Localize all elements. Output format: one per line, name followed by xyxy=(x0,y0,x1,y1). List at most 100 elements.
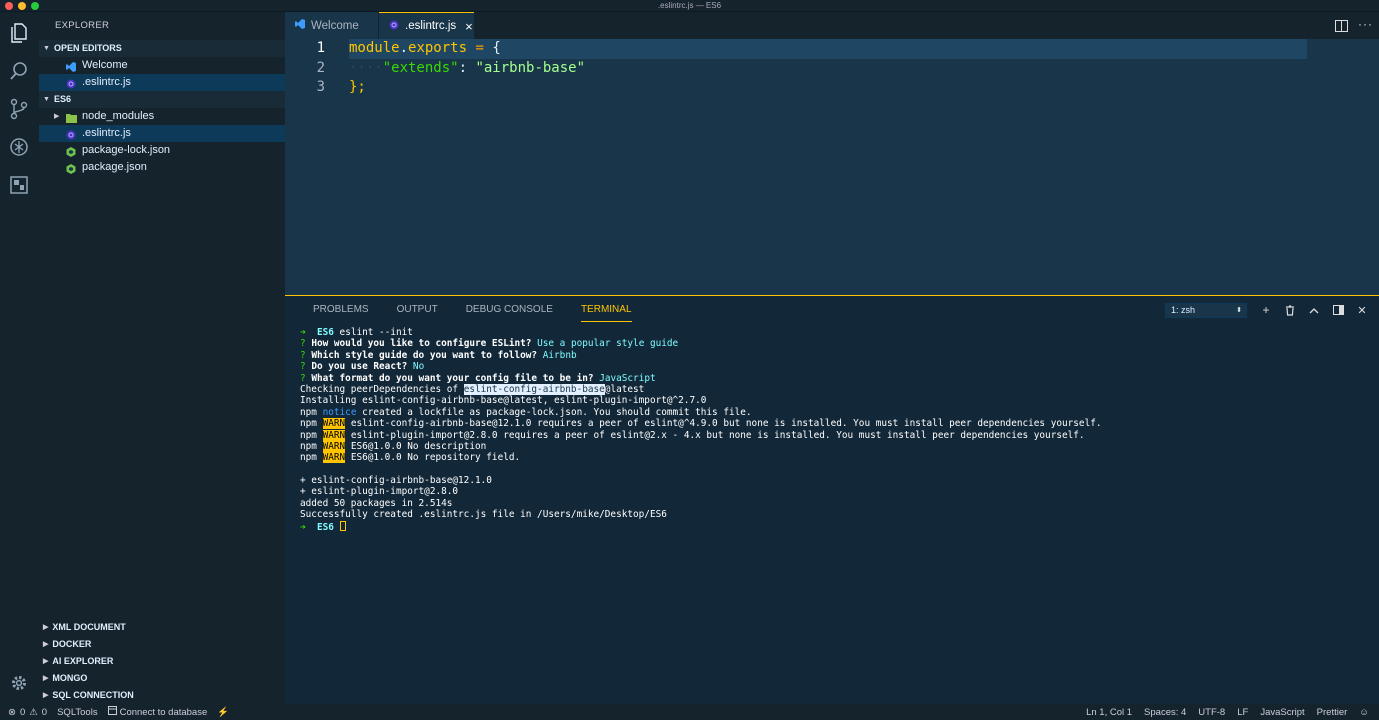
error-count: 0 xyxy=(19,706,26,718)
tab-welcome[interactable]: Welcome xyxy=(285,12,378,39)
maximize-panel-icon[interactable] xyxy=(1308,303,1320,317)
answer-text: No xyxy=(412,361,425,373)
terminal-select[interactable]: 1: zsh ⬍ xyxy=(1165,303,1247,318)
section-title: XML DOCUMENT xyxy=(52,622,126,632)
tab-label: .eslintrc.js xyxy=(405,20,457,32)
section-ai-explorer[interactable]: ▶ AI EXPLORER xyxy=(39,653,285,670)
connect-database-status[interactable]: Connect to database xyxy=(107,706,207,718)
bottom-panel: PROBLEMS OUTPUT DEBUG CONSOLE TERMINAL 1… xyxy=(285,295,1379,704)
chevron-down-icon: ▼ xyxy=(43,96,50,103)
prompt-arrow-icon: ➜ xyxy=(300,521,306,533)
trash-icon[interactable] xyxy=(1284,303,1296,317)
panel-layout-icon[interactable] xyxy=(1332,303,1344,317)
section-sql-connection[interactable]: ▶ SQL CONNECTION xyxy=(39,687,285,704)
selected-text: eslint-config-airbnb-base xyxy=(463,383,605,395)
section-mongo[interactable]: ▶ MONGO xyxy=(39,670,285,687)
indentation-status[interactable]: Spaces: 4 xyxy=(1144,707,1186,718)
npm-prefix: npm xyxy=(300,406,317,418)
terminal-line: ? What format do you want your config fi… xyxy=(300,373,1102,384)
tab-terminal[interactable]: TERMINAL xyxy=(580,304,632,322)
question-text: How would you like to configure ESLint? xyxy=(311,338,532,350)
tab-debug-console[interactable]: DEBUG CONSOLE xyxy=(466,304,553,322)
code-token: exports xyxy=(408,40,468,56)
source-control-icon[interactable] xyxy=(8,98,30,120)
terminal-line: + eslint-config-airbnb-base@12.1.0 xyxy=(300,475,492,487)
prompt-directory: ES6 xyxy=(316,327,334,338)
open-editors-section[interactable]: ▼ OPEN EDITORS xyxy=(39,40,285,57)
cursor-position-status[interactable]: Ln 1, Col 1 xyxy=(1086,707,1132,718)
code-line: }; xyxy=(349,78,585,98)
title-bar: .eslintrc.js — ES6 xyxy=(0,0,1379,12)
question-mark: ? xyxy=(300,349,306,361)
chevron-right-icon: ▶ xyxy=(54,113,60,120)
vscode-icon xyxy=(295,19,305,32)
settings-gear-icon[interactable] xyxy=(8,672,30,694)
open-editor-eslintrc[interactable]: .eslintrc.js xyxy=(39,74,285,91)
eslint-icon xyxy=(389,20,399,33)
lightning-icon[interactable]: ⚡ xyxy=(217,707,229,718)
sqltools-status[interactable]: SQLTools xyxy=(57,707,97,718)
open-editor-welcome[interactable]: Welcome xyxy=(39,57,285,74)
output-text: ES6@1.0.0 No repository field. xyxy=(345,452,521,464)
error-icon: ⊗ xyxy=(8,706,16,718)
close-panel-icon[interactable]: ✕ xyxy=(1356,303,1368,317)
close-tab-icon[interactable]: × xyxy=(465,19,473,34)
tree-item-label: package-lock.json xyxy=(82,144,171,156)
code-token: ···· xyxy=(349,59,383,76)
encoding-status[interactable]: UTF-8 xyxy=(1198,707,1225,718)
new-terminal-icon[interactable]: + xyxy=(1260,303,1272,317)
notice-badge: notice xyxy=(322,406,357,418)
terminal-line: npm notice created a lockfile as package… xyxy=(300,407,1102,418)
warn-badge: WARN xyxy=(322,452,346,464)
problems-status[interactable]: ⊗ 0 ⚠ 0 xyxy=(8,707,47,718)
database-icon xyxy=(107,706,117,718)
line-number-gutter: 1 2 3 xyxy=(285,39,333,98)
code-lines[interactable]: module.exports = {····"extends": "airbnb… xyxy=(349,39,585,98)
tree-item-node-modules[interactable]: ▶ node_modules xyxy=(39,108,285,125)
language-mode-status[interactable]: JavaScript xyxy=(1260,707,1304,718)
split-editor-icon[interactable] xyxy=(1335,19,1348,37)
tree-item-package-json[interactable]: package.json xyxy=(39,159,285,176)
output-text: @latest xyxy=(604,383,645,395)
command-text: eslint --init xyxy=(339,327,413,338)
search-icon[interactable] xyxy=(8,60,30,82)
chevron-right-icon: ▶ xyxy=(43,641,49,648)
terminal-select-value: 1: zsh xyxy=(1171,305,1196,315)
question-text: What format do you want your config file… xyxy=(311,372,594,384)
npm-prefix: npm xyxy=(300,429,317,441)
terminal-output[interactable]: ➜ ES6 eslint --init ? How would you like… xyxy=(300,327,1102,533)
warning-count: 0 xyxy=(41,706,48,718)
code-token: module xyxy=(349,40,400,56)
code-token: }; xyxy=(349,79,366,95)
eol-status[interactable]: LF xyxy=(1237,707,1248,718)
folder-title: ES6 xyxy=(53,94,71,104)
code-line: module.exports = { xyxy=(349,39,585,59)
tab-output[interactable]: OUTPUT xyxy=(397,304,438,322)
explorer-sidebar: EXPLORER ▼ OPEN EDITORS Welcome .eslintr… xyxy=(39,12,285,704)
section-docker[interactable]: ▶ DOCKER xyxy=(39,636,285,653)
tab-eslintrc[interactable]: .eslintrc.js × xyxy=(379,12,474,39)
line-number: 2 xyxy=(316,59,325,76)
debug-icon[interactable] xyxy=(8,136,30,158)
terminal-line: ? Which style guide do you want to follo… xyxy=(300,350,1102,361)
explorer-files-icon[interactable] xyxy=(8,22,30,44)
npm-prefix: npm xyxy=(300,452,317,464)
more-actions-icon[interactable]: ··· xyxy=(1358,17,1373,31)
terminal-line: + eslint-plugin-import@2.8.0 xyxy=(300,486,459,498)
question-mark: ? xyxy=(300,372,306,384)
prettier-status[interactable]: Prettier xyxy=(1317,707,1348,718)
smiley-feedback-icon[interactable]: ☺ xyxy=(1359,707,1369,718)
es6-folder-section[interactable]: ▼ ES6 xyxy=(39,91,285,108)
tree-item-package-lock[interactable]: package-lock.json xyxy=(39,142,285,159)
terminal-line: ? Do you use React? No xyxy=(300,361,1102,372)
code-editor[interactable]: 1 2 3 module.exports = {····"extends": "… xyxy=(285,39,1379,295)
extensions-icon[interactable] xyxy=(8,174,30,196)
terminal-line: npm WARN eslint-config-airbnb-base@12.1.… xyxy=(300,418,1102,430)
terminal-line: Successfully created .eslintrc.js file i… xyxy=(300,509,667,521)
section-xml-document[interactable]: ▶ XML DOCUMENT xyxy=(39,619,285,636)
tab-problems[interactable]: PROBLEMS xyxy=(313,304,369,322)
tree-item-eslintrc[interactable]: .eslintrc.js xyxy=(39,125,285,142)
chevron-right-icon: ▶ xyxy=(43,692,49,699)
terminal-line: ➜ ES6 xyxy=(300,520,1102,533)
code-token: = xyxy=(467,40,493,56)
